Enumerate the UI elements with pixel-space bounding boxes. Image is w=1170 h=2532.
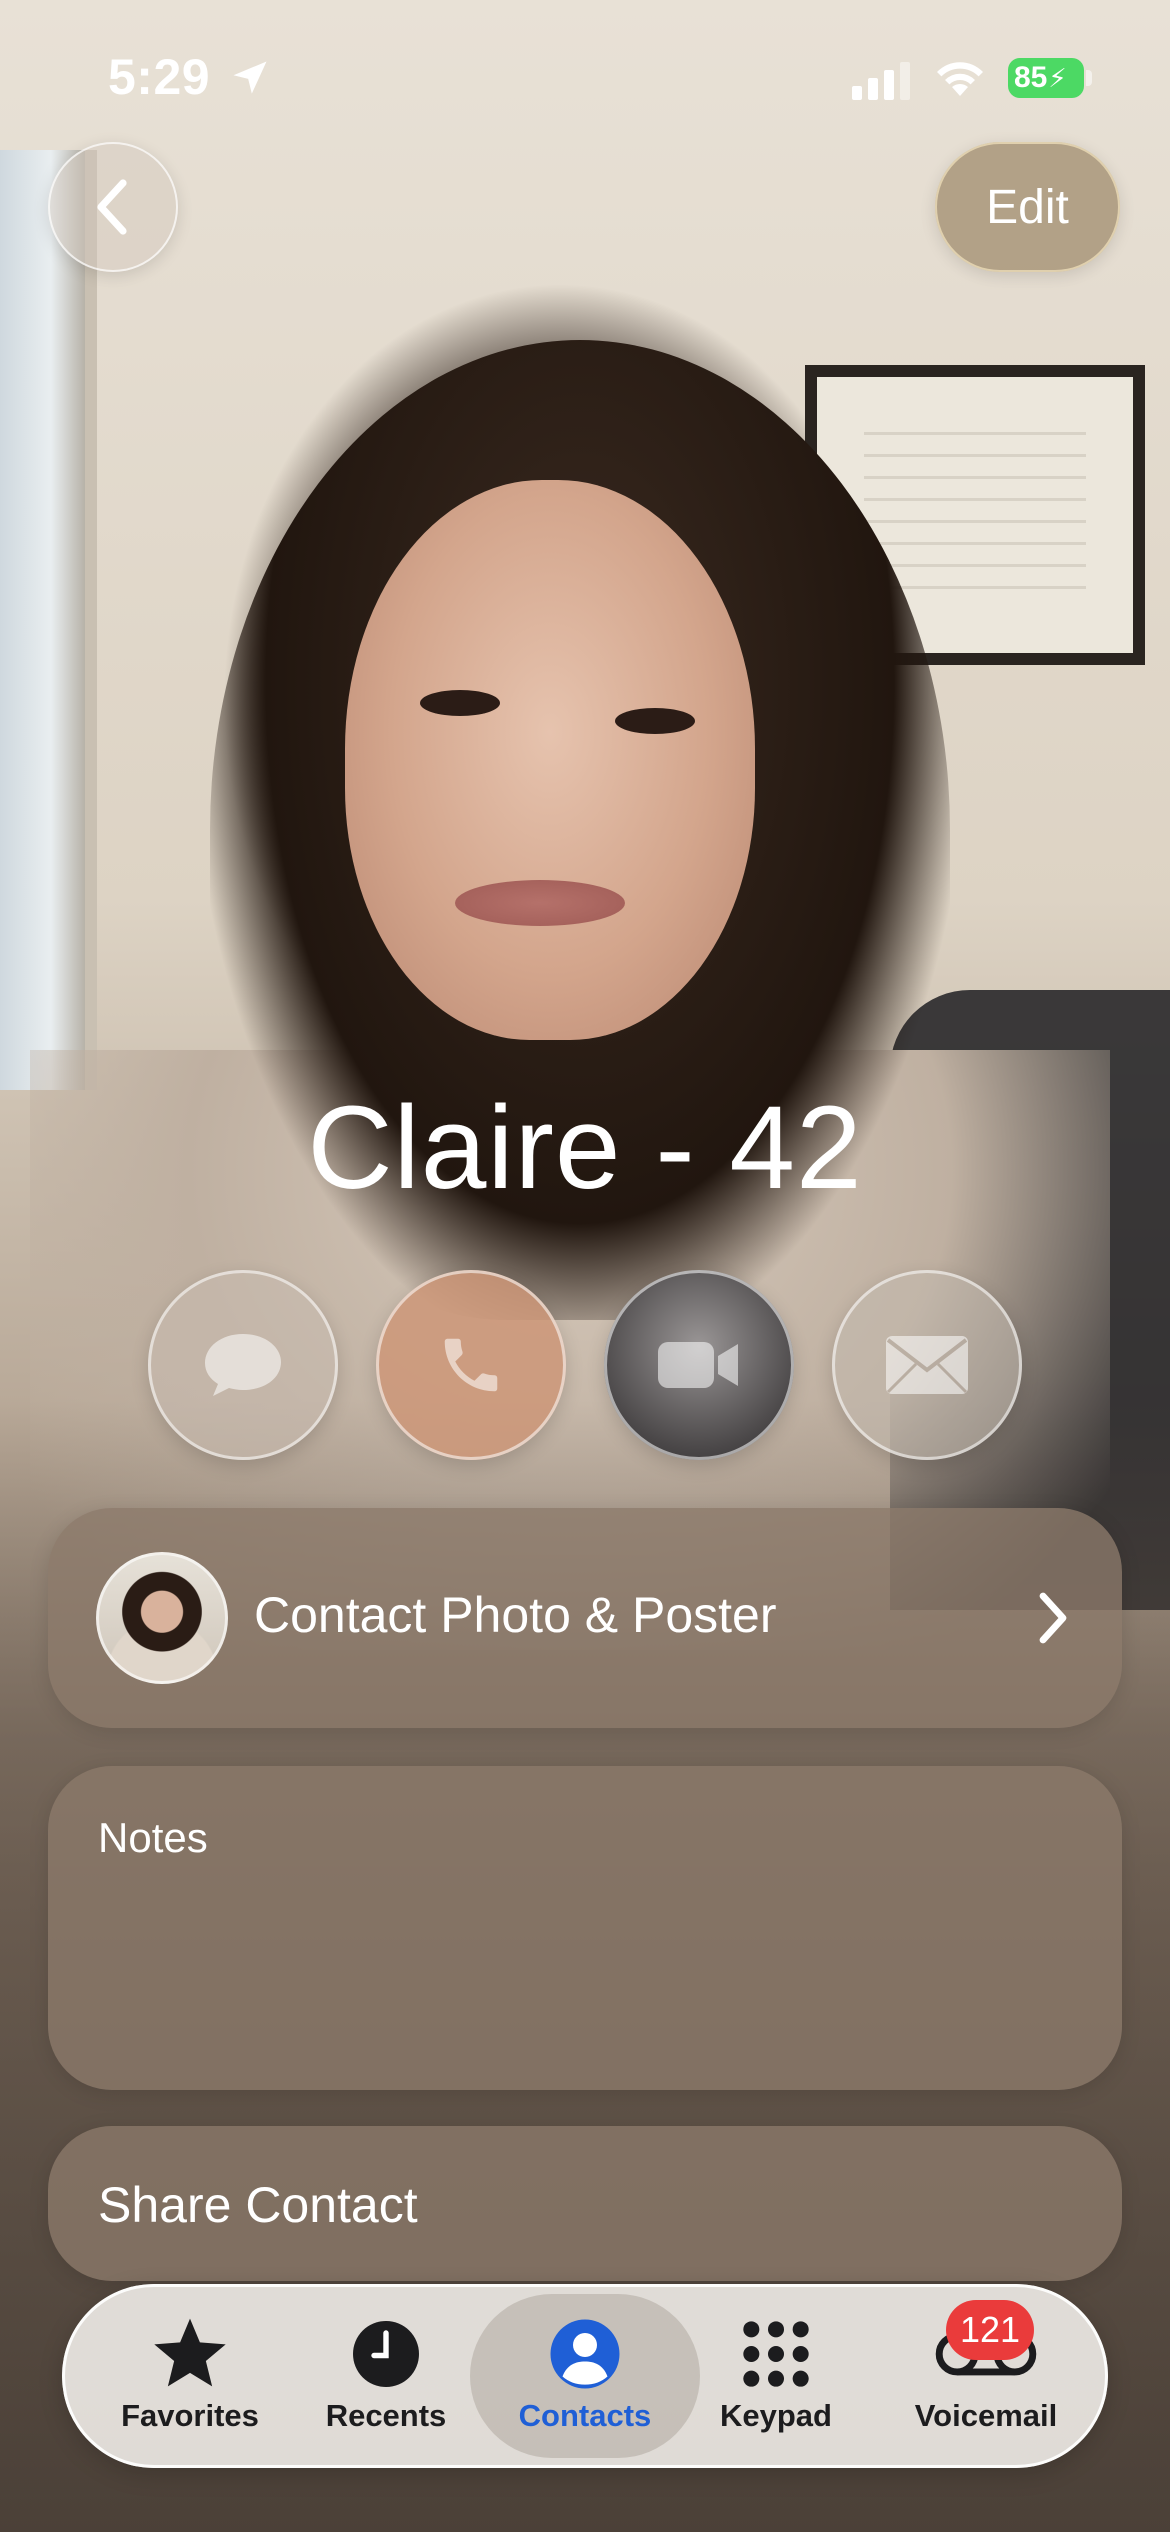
contact-photo-poster-label: Contact Photo & Poster (254, 1587, 777, 1643)
poster-lips (455, 880, 625, 926)
video-camera-icon (658, 1342, 738, 1388)
battery-level: 85 (1014, 61, 1048, 94)
chevron-right-icon (1039, 1592, 1067, 1644)
tab-keypad[interactable]: Keypad (676, 2294, 876, 2458)
battery-charging-icon: 85 ⚡ (1008, 58, 1084, 98)
battery-tip (1086, 70, 1092, 86)
wifi-icon (937, 62, 983, 96)
share-contact-label: Share Contact (98, 2177, 418, 2233)
envelope-icon (886, 1336, 968, 1394)
background-window (0, 150, 97, 1090)
mail-button[interactable] (832, 1270, 1022, 1460)
phone-icon (444, 1338, 498, 1392)
location-arrow-icon (233, 61, 267, 94)
status-time: 5:29 (108, 49, 211, 105)
voicemail-badge: 121 (946, 2300, 1034, 2360)
tab-contacts[interactable]: Contacts (470, 2294, 700, 2458)
contact-detail-screen: 5:29 85 ⚡ Edit Claire - 42 Contact Photo… (0, 0, 1170, 2532)
tab-favorites-label: Favorites (121, 2398, 259, 2433)
contact-name: Claire - 42 (307, 1082, 863, 1214)
tab-keypad-label: Keypad (720, 2398, 832, 2433)
avatar (96, 1552, 228, 1684)
person-circle-icon (550, 2319, 620, 2389)
poster-eye-left (420, 690, 500, 716)
chevron-left-icon (97, 179, 127, 235)
status-bar: 5:29 85 ⚡ (0, 0, 1170, 150)
message-bubble-icon (205, 1334, 281, 1396)
message-button[interactable] (148, 1270, 338, 1460)
tab-contacts-label: Contacts (518, 2398, 652, 2433)
tab-favorites[interactable]: Favorites (90, 2294, 290, 2458)
keypad-grid-icon (743, 2321, 809, 2387)
clock-icon (353, 2321, 419, 2387)
back-button[interactable] (48, 142, 178, 272)
contact-photo-poster-row[interactable]: Contact Photo & Poster (48, 1508, 1122, 1728)
poster-eye-right (615, 708, 695, 734)
tab-recents[interactable]: Recents (286, 2294, 486, 2458)
poster-face (345, 480, 755, 1040)
tab-recents-label: Recents (325, 2398, 447, 2433)
tab-voicemail-label: Voicemail (914, 2398, 1058, 2433)
cellular-signal-icon (852, 62, 910, 100)
share-contact-button[interactable]: Share Contact (48, 2126, 1122, 2281)
edit-button[interactable]: Edit (935, 142, 1120, 272)
notes-label: Notes (98, 1814, 208, 1861)
notes-field[interactable]: Notes (48, 1766, 1122, 2090)
call-button[interactable] (376, 1270, 566, 1460)
video-button[interactable] (604, 1270, 794, 1460)
star-icon (154, 2318, 226, 2387)
